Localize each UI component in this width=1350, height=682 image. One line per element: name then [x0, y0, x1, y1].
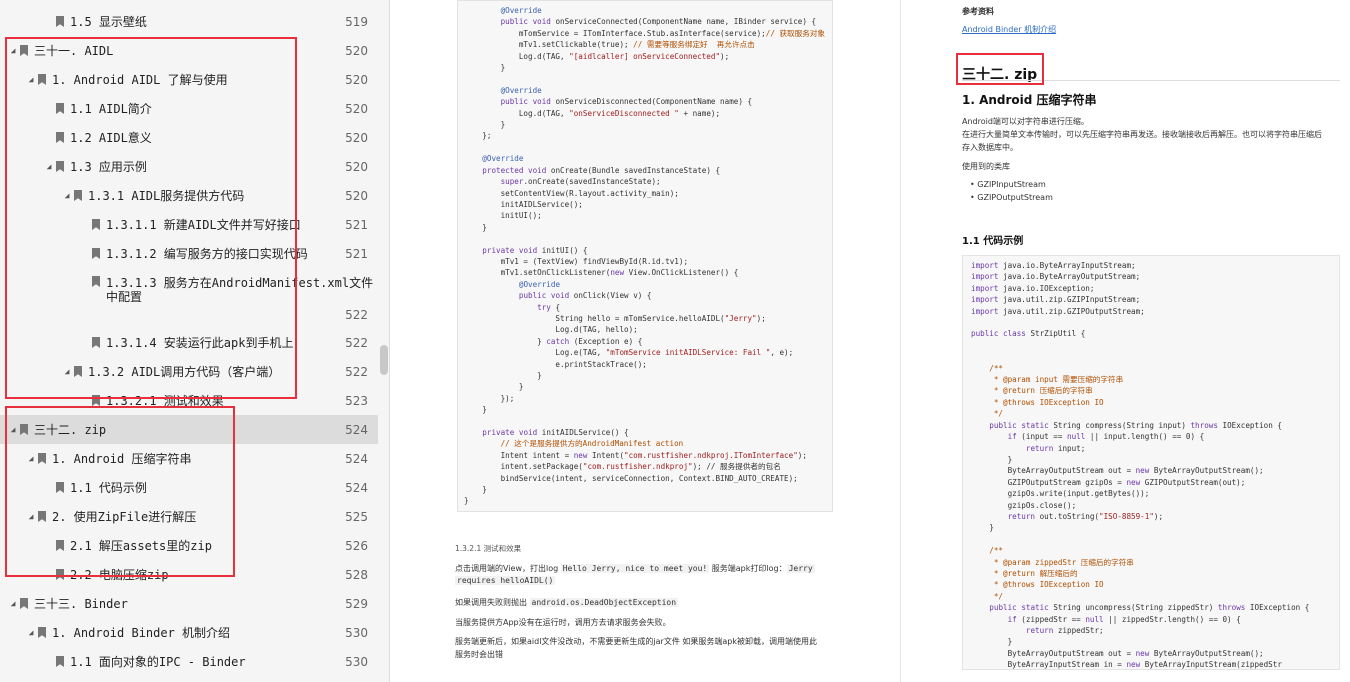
outline-item-page: 522	[345, 364, 368, 379]
outline-item[interactable]: ◢ 1. Android Binder 机制介绍 530	[0, 618, 378, 647]
inline-code: android.os.DeadObjectException	[529, 598, 679, 607]
outline-item[interactable]: 1.1 面向对象的IPC - Binder 530	[0, 647, 378, 676]
highlight-box-zip	[5, 406, 235, 577]
pdf-viewer-window: 1.5 显示壁纸 519 ◢ 三十一. AIDL 520 ◢ 1. Android AIDL…	[0, 0, 1350, 682]
paragraph: Android端可以对字符串进行压缩。	[962, 117, 1089, 126]
paragraph-text: 点击调用端的View，打出log	[455, 564, 561, 573]
paragraph-exception: 如果调用失败则抛出 android.os.DeadObjectException	[455, 597, 679, 608]
paragraph-text: 服务端apk打印log：	[709, 564, 787, 573]
outline-item-page: 529	[345, 596, 368, 611]
paragraph-cont: 存入数据库中。	[962, 143, 1018, 152]
outline-item-page: 525	[345, 509, 368, 524]
page-view-right: 参考资料 Android Binder 机制介绍 三十二. zip 1. And…	[902, 0, 1350, 682]
outline-item-label: 三十三. Binder	[34, 597, 128, 611]
outline-item-page: 521	[345, 217, 368, 232]
outline-item[interactable]: 1.5 显示壁纸 519	[0, 7, 378, 36]
outline-item[interactable]: ◢ 三十三. Binder 529	[0, 589, 378, 618]
highlight-box-aidl	[5, 37, 297, 399]
paragraph-result: 点击调用端的View，打出log Hello Jerry, nice to me…	[455, 563, 835, 587]
outline-item-label: 1.1 面向对象的IPC - Binder	[70, 655, 246, 669]
inline-code: Jerry	[786, 564, 815, 573]
collapse-triangle-icon[interactable]: ◢	[26, 628, 36, 637]
outline-item-label: 1.5 显示壁纸	[70, 15, 147, 29]
inline-code: requires helloAIDL()	[455, 576, 556, 585]
code-text: @Override public void onServiceConnected…	[464, 6, 826, 506]
outline-item-page: 528	[345, 567, 368, 582]
outline-item-page: 522	[345, 335, 368, 350]
outline-item-page: 521	[345, 246, 368, 261]
paragraph-update-cont: 服务时会出错	[455, 650, 503, 659]
outline-item-page: 519	[345, 14, 368, 29]
bookmark-icon	[56, 656, 64, 667]
outline-item-page: 524	[345, 422, 368, 437]
code-block: @Override public void onServiceConnected…	[457, 0, 833, 512]
outline-item[interactable]: ▶1.2 Binder 通信模型530	[0, 676, 378, 682]
paragraph-update: 服务端更新后，如果aidl文件没改动，不需要更新生成的jar文件 如果服务端ap…	[455, 637, 817, 646]
outline-item-page: 526	[345, 538, 368, 553]
outline-item-page: 524	[345, 451, 368, 466]
outline-item-page: 530	[345, 654, 368, 669]
code-block: import java.io.ByteArrayInputStream; imp…	[962, 255, 1340, 670]
page-view-left: @Override public void onServiceConnected…	[391, 0, 901, 682]
outline-item-label: 1. Android Binder 机制介绍	[52, 626, 231, 640]
list-item-text: GZIPOutputStream	[977, 193, 1053, 202]
outline-item-page: 524	[345, 480, 368, 495]
bookmark-icon	[38, 627, 46, 638]
paragraph-text: 如果调用失败则抛出	[455, 598, 530, 607]
highlight-box-zip-title	[956, 53, 1044, 85]
outline-item-page: 520	[345, 72, 368, 87]
classes-label: 使用到的类库	[962, 162, 1010, 171]
reference-link[interactable]: Android Binder 机制介绍	[962, 24, 1056, 35]
code-text: import java.io.ByteArrayInputStream; imp…	[971, 261, 1310, 670]
outline-item-page: 520	[345, 101, 368, 116]
outline-item-page: 520	[345, 130, 368, 145]
section-heading: 1.3.2.1 测试和效果	[455, 544, 522, 553]
inline-code: Hello Jerry, nice to meet you!	[560, 564, 710, 573]
outline-item-page: 522	[345, 308, 368, 322]
list-item: • GZIPInputStream	[970, 180, 1046, 189]
section-heading: 1. Android 压缩字符串	[962, 93, 1097, 107]
list-item-text: GZIPInputStream	[977, 180, 1046, 189]
reference-label: 参考资料	[962, 7, 994, 16]
outline-item-page: 520	[345, 43, 368, 58]
outline-item-page: 520	[345, 159, 368, 174]
bookmark-icon	[56, 16, 64, 27]
outline-item-page: 520	[345, 188, 368, 203]
paragraph-note: 当服务提供方App没有在运行时，调用方去请求服务会失败。	[455, 618, 671, 627]
bookmark-icon	[20, 598, 28, 609]
subsection-heading: 1.1 代码示例	[962, 236, 1024, 247]
paragraph: 在进行大量简单文本传输时，可以先压缩字符串再发送。接收端接收后再解压。也可以将字…	[962, 130, 1322, 139]
outline-item-page: 530	[345, 625, 368, 640]
outline-item-page: 523	[345, 393, 368, 408]
list-item: • GZIPOutputStream	[970, 193, 1053, 202]
collapse-triangle-icon[interactable]: ◢	[8, 599, 18, 608]
outline-scrollbar-thumb[interactable]	[380, 345, 388, 375]
